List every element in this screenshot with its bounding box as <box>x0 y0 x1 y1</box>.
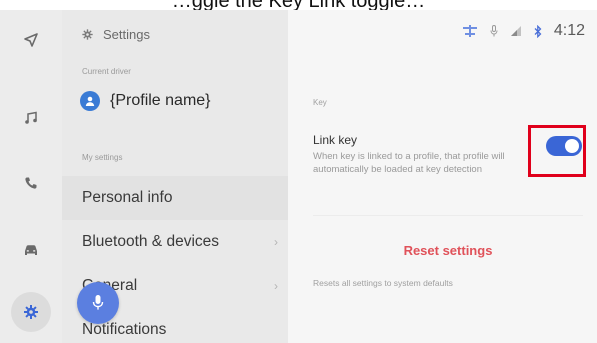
clock-time: 4:12 <box>553 22 585 39</box>
chevron-right-icon: › <box>274 235 278 249</box>
microphone-icon <box>92 295 104 310</box>
signal-icon <box>510 26 521 36</box>
toggle-knob <box>565 139 579 153</box>
settings-gear-icon <box>24 305 38 319</box>
person-icon <box>85 96 95 106</box>
link-key-toggle[interactable] <box>546 136 582 156</box>
app-rail <box>0 10 62 343</box>
list-item-notifications[interactable]: Notifications <box>82 316 278 343</box>
rail-item-settings[interactable] <box>11 292 51 332</box>
voice-assistant-button[interactable] <box>77 282 119 324</box>
list-item-bluetooth-devices[interactable]: Bluetooth & devices › <box>82 228 278 256</box>
list-item-label: Personal info <box>82 189 173 206</box>
key-section-label: Key <box>313 98 327 107</box>
divider <box>313 215 583 216</box>
rail-item-navigation[interactable] <box>0 20 62 60</box>
link-key-title: Link key <box>313 133 358 147</box>
rail-item-music[interactable] <box>0 98 62 138</box>
list-item-personal-info[interactable]: Personal info <box>82 184 278 212</box>
rail-item-phone[interactable] <box>0 163 62 203</box>
instruction-caption: …ggle the Key Link toggle… <box>0 0 597 10</box>
phone-icon <box>25 177 37 189</box>
chevron-right-icon: › <box>274 279 278 293</box>
my-settings-label: My settings <box>82 153 123 162</box>
profile-name: {Profile name} <box>110 92 211 109</box>
reset-settings-description: Resets all settings to system defaults <box>313 278 453 288</box>
status-bar: 4:12 <box>462 22 585 40</box>
bluetooth-icon <box>534 24 542 38</box>
music-icon <box>25 111 37 124</box>
settings-header: Settings <box>82 24 150 44</box>
steering-sync-icon <box>462 25 477 37</box>
link-key-description: When key is linked to a profile, that pr… <box>313 151 505 175</box>
profile-row[interactable]: {Profile name} <box>80 91 211 111</box>
reset-settings-button[interactable]: Reset settings <box>314 233 582 267</box>
settings-small-gear-icon <box>82 28 93 40</box>
avatar <box>80 91 100 111</box>
navigation-icon <box>24 33 38 47</box>
settings-header-label: Settings <box>103 26 150 42</box>
current-driver-label: Current driver <box>82 67 131 76</box>
settings-detail-panel: 4:12 Key Link key When key is linked to … <box>288 10 597 343</box>
rail-item-vehicle[interactable] <box>0 230 62 270</box>
car-icon <box>25 245 37 255</box>
mic-muted-icon <box>490 25 498 37</box>
list-item-label: Bluetooth & devices <box>82 233 220 250</box>
caption-text: …ggle the Key Link toggle… <box>0 0 597 10</box>
infotainment-screen: Settings Current driver {Profile name} M… <box>0 10 597 343</box>
